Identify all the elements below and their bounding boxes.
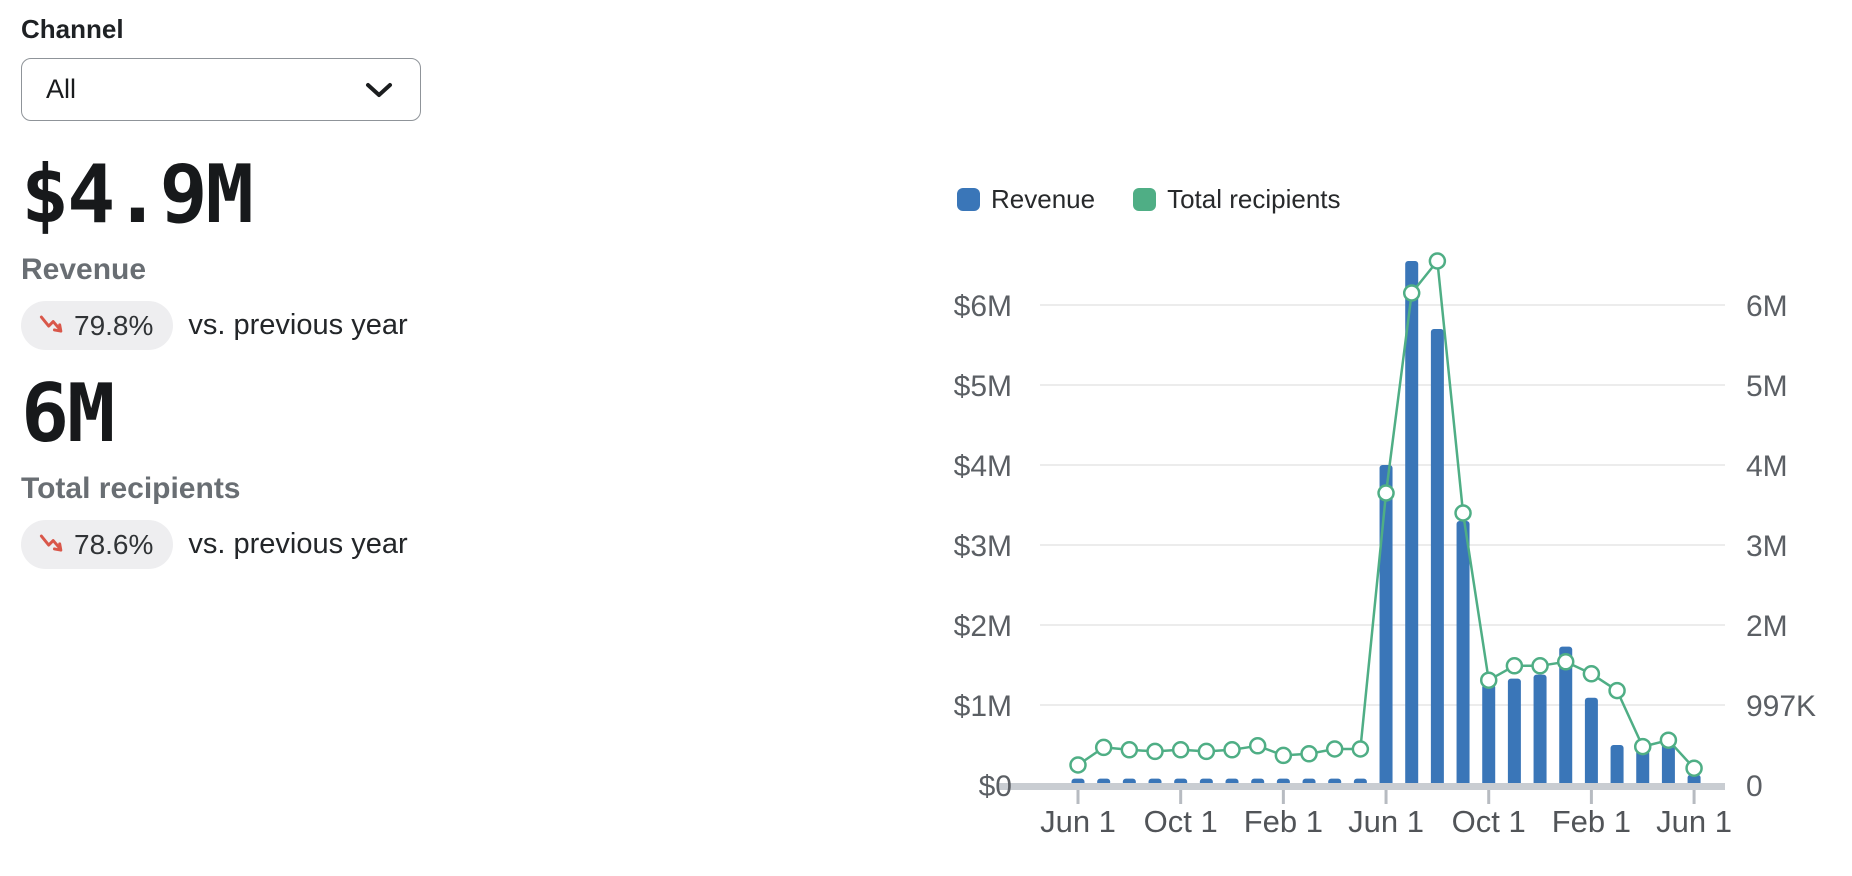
recipients-delta-badge: 78.6% [21,520,173,569]
revenue-bar-18[interactable] [1534,675,1547,789]
left-axis-label: $5M [954,370,1012,403]
revenue-label: Revenue [21,253,541,287]
recipients-marker-14[interactable] [1430,254,1445,269]
recipients-marker-22[interactable] [1635,739,1650,754]
revenue-bar-14[interactable] [1431,329,1444,789]
left-axis-label: $6M [954,290,1012,323]
channel-select[interactable]: All [21,58,421,121]
right-axis-label: 5M [1746,370,1788,403]
channel-label: Channel [21,14,541,45]
recipients-marker-18[interactable] [1533,658,1548,673]
recipients-marker-23[interactable] [1661,733,1676,748]
recipients-marker-9[interactable] [1302,746,1317,761]
revenue-swatch-icon [957,188,980,211]
left-axis-label: $0 [979,770,1012,803]
legend-label: Revenue [991,184,1095,215]
recipients-marker-6[interactable] [1225,742,1240,757]
legend-item-total-recipients[interactable]: Total recipients [1133,184,1340,215]
recipients-delta-row: 78.6% vs. previous year [21,520,541,569]
chevron-down-icon [364,80,394,100]
right-axis-label: 0 [1746,770,1763,803]
recipients-marker-11[interactable] [1353,742,1368,757]
x-tick-label: Oct 1 [1452,804,1526,839]
recipients-value: 6M [21,368,541,460]
x-tick-label: Jun 1 [1040,804,1116,839]
left-axis-label: $2M [954,610,1012,643]
recipients-marker-8[interactable] [1276,748,1291,763]
recipients-marker-19[interactable] [1558,654,1573,669]
left-axis-label: $1M [954,690,1012,723]
chart-legend: Revenue Total recipients [957,184,1341,215]
revenue-delta-row: 79.8% vs. previous year [21,301,541,350]
right-axis-label: 997K [1746,690,1816,723]
trend-down-icon [38,531,65,558]
recipients-marker-20[interactable] [1584,666,1599,681]
revenue-bar-12[interactable] [1380,465,1393,789]
right-axis-label: 3M [1746,530,1788,563]
revenue-delta-value: 79.8% [74,310,153,342]
recipients-marker-12[interactable] [1379,486,1394,501]
legend-label: Total recipients [1167,184,1340,215]
x-tick-label: Oct 1 [1144,804,1218,839]
left-axis-label: $4M [954,450,1012,483]
recipients-marker-5[interactable] [1199,744,1214,759]
x-tick-label: Jun 1 [1348,804,1424,839]
revenue-value: $4.9M [21,149,541,241]
revenue-bar-16[interactable] [1482,684,1495,789]
recipients-marker-1[interactable] [1096,740,1111,755]
recipients-swatch-icon [1133,188,1156,211]
recipients-marker-4[interactable] [1173,742,1188,757]
metrics-panel: Channel All $4.9M Revenue 79.8% vs. prev… [21,14,541,569]
recipients-delta-value: 78.6% [74,529,153,561]
revenue-bar-17[interactable] [1508,679,1521,789]
recipients-marker-7[interactable] [1250,738,1265,753]
revenue-comparison: vs. previous year [188,309,407,342]
x-tick-label: Feb 1 [1244,804,1323,839]
recipients-marker-2[interactable] [1122,742,1137,757]
right-axis-label: 2M [1746,610,1788,643]
recipients-comparison: vs. previous year [188,528,407,561]
revenue-bar-21[interactable] [1611,745,1624,789]
recipients-marker-0[interactable] [1071,758,1086,773]
revenue-bar-15[interactable] [1457,521,1470,789]
x-tick-label: Feb 1 [1552,804,1631,839]
revenue-bar-20[interactable] [1585,698,1598,789]
recipients-marker-21[interactable] [1610,683,1625,698]
revenue-bar-13[interactable] [1405,261,1418,789]
recipients-marker-3[interactable] [1148,744,1163,759]
recipients-label: Total recipients [21,472,541,506]
channel-select-value: All [46,74,76,105]
revenue-delta-badge: 79.8% [21,301,173,350]
trend-down-icon [38,312,65,339]
recipients-marker-13[interactable] [1404,286,1419,301]
right-axis-label: 4M [1746,450,1788,483]
recipients-marker-24[interactable] [1687,761,1702,776]
combo-chart-svg[interactable]: Jun 1 Oct 1 Feb 1 Jun 1 Oct 1 Feb 1 Jun 1 $0 $1M… [940,150,1830,850]
legend-item-revenue[interactable]: Revenue [957,184,1095,215]
recipients-marker-10[interactable] [1327,742,1342,757]
x-tick-label: Jun 1 [1656,804,1732,839]
recipients-marker-17[interactable] [1507,658,1522,673]
left-axis-label: $3M [954,530,1012,563]
recipients-marker-15[interactable] [1456,506,1471,521]
recipients-marker-16[interactable] [1481,673,1496,688]
right-axis-label: 6M [1746,290,1788,323]
revenue-recipients-chart[interactable]: Jun 1 Oct 1 Feb 1 Jun 1 Oct 1 Feb 1 Jun 1 $0 $1M… [940,150,1830,850]
